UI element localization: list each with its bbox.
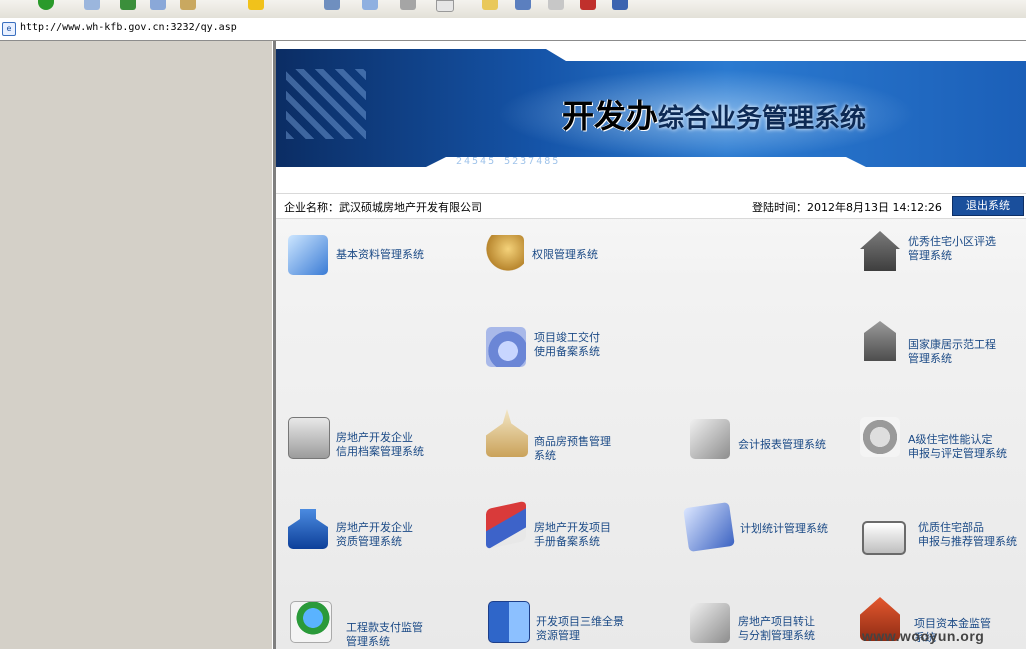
module-item[interactable]: 项目竣工交付 使用备案系统 <box>486 327 636 367</box>
tools-icon[interactable] <box>548 0 564 10</box>
photo-icon <box>862 521 906 555</box>
module-label[interactable]: 计划统计管理系统 <box>740 522 828 536</box>
mail-icon[interactable] <box>362 0 378 10</box>
address-bar[interactable]: e http://www.wh-kfb.gov.cn:3232/qy.asp <box>0 18 1026 41</box>
module-label[interactable]: 优质住宅部品 申报与推荐管理系统 <box>918 521 1017 549</box>
building-icon <box>864 321 896 361</box>
banner-code: 24545 5237485 <box>456 156 561 167</box>
module-item[interactable]: 基本资料管理系统 <box>288 235 438 275</box>
module-item[interactable]: 优秀住宅小区评选 管理系统 <box>860 231 1010 271</box>
module-label[interactable]: A级住宅性能认定 申报与评定管理系统 <box>908 433 1007 461</box>
module-label[interactable]: 开发项目三维全景 资源管理 <box>536 615 624 643</box>
module-item[interactable]: A级住宅性能认定 申报与评定管理系统 <box>860 417 1010 460</box>
finder-icon <box>488 601 530 643</box>
module-label[interactable]: 房地产项目转让 与分割管理系统 <box>738 615 815 643</box>
banner-title: 开发办综合业务管理系统 <box>562 91 866 137</box>
module-item[interactable]: 权限管理系统 <box>484 235 634 275</box>
banner-decoration <box>286 69 366 139</box>
browser-toolbar <box>0 0 1026 19</box>
users-icon <box>484 235 524 275</box>
banner-title-sub: 综合业务管理系统 <box>658 104 867 134</box>
stop-icon[interactable] <box>84 0 100 10</box>
module-item[interactable]: 开发项目三维全景 资源管理 <box>488 601 638 643</box>
print-icon[interactable] <box>400 0 416 10</box>
module-item[interactable]: 房地产开发项目 手册备案系统 <box>486 500 636 550</box>
messenger-icon[interactable] <box>515 0 531 10</box>
forward-icon[interactable] <box>38 0 54 10</box>
search-icon[interactable] <box>180 0 196 10</box>
system-banner: 开发办综合业务管理系统 24545 5237485 <box>276 41 1026 193</box>
module-item[interactable]: 房地产项目转让 与分割管理系统 <box>690 603 840 643</box>
books-icon <box>486 500 526 550</box>
page-icon: e <box>2 22 16 36</box>
banner-title-main: 开发办 <box>562 97 659 135</box>
module-label[interactable]: 基本资料管理系统 <box>336 248 424 262</box>
media-icon[interactable] <box>612 0 628 10</box>
module-item[interactable]: 房地产开发企业 信用档案管理系统 <box>288 417 438 459</box>
favorites-icon[interactable] <box>248 0 264 10</box>
module-item[interactable]: 工程款支付监管 管理系统 <box>290 601 440 648</box>
module-label[interactable]: 国家康居示范工程 管理系统 <box>908 338 996 366</box>
refresh-icon[interactable] <box>120 0 136 10</box>
house-icon <box>860 231 900 271</box>
module-label[interactable]: 房地产开发企业 信用档案管理系统 <box>336 431 424 459</box>
info-bar: 企业名称：武汉硕城房地产开发有限公司 登陆时间：2012年8月13日 14:12… <box>276 193 1026 219</box>
module-label[interactable]: 工程款支付监管 管理系统 <box>346 621 423 649</box>
module-item[interactable]: 国家康居示范工程 管理系统 <box>860 321 1010 365</box>
watermark: www.wooyun.org <box>862 628 985 644</box>
address-url[interactable]: http://www.wh-kfb.gov.cn:3232/qy.asp <box>20 22 237 33</box>
left-frame <box>0 41 272 649</box>
module-label[interactable]: 优秀住宅小区评选 管理系统 <box>908 235 996 263</box>
main-frame: 开发办综合业务管理系统 24545 5237485 企业名称：武汉硕城房地产开发… <box>276 41 1026 649</box>
download-icon <box>860 417 900 457</box>
edit-icon[interactable] <box>436 0 454 12</box>
history-icon[interactable] <box>324 0 340 10</box>
module-label[interactable]: 会计报表管理系统 <box>738 438 826 452</box>
module-label[interactable]: 权限管理系统 <box>532 248 598 262</box>
module-label[interactable]: 房地产开发企业 资质管理系统 <box>336 521 413 549</box>
module-label[interactable]: 商品房预售管理 系统 <box>534 435 611 463</box>
logout-button[interactable]: 退出系统 <box>952 196 1024 216</box>
module-item[interactable]: 房地产开发企业 资质管理系统 <box>288 509 438 549</box>
payment-icon <box>290 601 332 643</box>
module-label[interactable]: 项目竣工交付 使用备案系统 <box>534 331 600 359</box>
church-icon <box>486 409 528 457</box>
apple-card-icon <box>683 502 735 552</box>
module-item[interactable]: 会计报表管理系统 <box>690 419 840 459</box>
module-label[interactable]: 房地产开发项目 手册备案系统 <box>534 521 611 549</box>
folder-disc-icon <box>486 327 526 367</box>
company-name: 企业名称：武汉硕城房地产开发有限公司 <box>284 201 482 214</box>
computer-icon <box>288 417 330 459</box>
folder-icon[interactable] <box>482 0 498 10</box>
home-icon[interactable] <box>150 0 166 10</box>
apple-folder-icon <box>690 603 730 643</box>
login-time: 登陆时间：2012年8月13日 14:12:26 <box>752 201 942 214</box>
apple-folder-icon <box>690 419 730 459</box>
module-item[interactable]: 计划统计管理系统 <box>683 502 836 552</box>
flag-icon[interactable] <box>580 0 596 10</box>
office-building-icon <box>288 509 328 549</box>
computer-display-icon <box>288 235 328 275</box>
module-item[interactable]: 优质住宅部品 申报与推荐管理系统 <box>862 515 1017 555</box>
module-item[interactable]: 商品房预售管理 系统 <box>486 409 636 462</box>
